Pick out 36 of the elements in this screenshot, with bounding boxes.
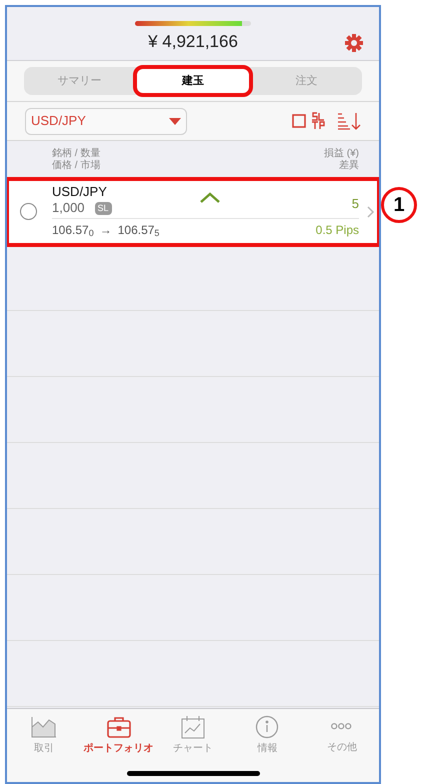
column-header: 損益 (¥) bbox=[324, 148, 359, 160]
symbol-label: USD/JPY bbox=[52, 184, 108, 200]
quantity-label: 1,000 bbox=[52, 200, 85, 216]
tab-bar-item[interactable]: その他 bbox=[306, 715, 377, 756]
tab-bar-item[interactable]: 取引 bbox=[9, 715, 80, 756]
chevron-right-icon bbox=[367, 206, 375, 218]
portfolio-icon bbox=[104, 715, 133, 739]
tab-bar-item[interactable]: チャート bbox=[158, 715, 228, 756]
callout-number: 1 bbox=[381, 187, 417, 223]
arrow-icon: → bbox=[100, 221, 112, 239]
segment-tab[interactable]: サマリー bbox=[24, 67, 136, 95]
tab-bar-item[interactable]: ポートフォリオ bbox=[84, 715, 154, 756]
column-header: 差異 bbox=[339, 160, 359, 172]
pips-difference: 0.5 Pips bbox=[316, 222, 359, 239]
segment-tab[interactable]: 建玉 bbox=[137, 69, 249, 93]
dropdown-caret-icon bbox=[169, 118, 181, 124]
market-price: 106.57$_{5}$ bbox=[118, 222, 160, 239]
currency-dropdown[interactable]: USD/JPY bbox=[25, 108, 187, 134]
select-all-checkbox[interactable] bbox=[292, 114, 306, 128]
column-header: 価格 / 市場 bbox=[52, 160, 100, 172]
sl-tp-icon[interactable] bbox=[311, 112, 325, 130]
sl-badge: SL bbox=[94, 202, 112, 214]
chart-icon bbox=[178, 715, 207, 739]
balance-amount: ¥ 4,921,166 bbox=[148, 31, 238, 53]
up-chevron-icon bbox=[199, 192, 221, 204]
profit-value: 5 bbox=[352, 195, 359, 213]
more-icon bbox=[331, 723, 352, 730]
sort-icon[interactable] bbox=[337, 112, 361, 130]
tab-bar-item[interactable]: 情報 bbox=[232, 715, 302, 756]
position-row[interactable]: USD/JPY 1,000 SL 5 106.57$_{0}$ → 106.57$_{5}$ 0.5 Pips bbox=[7, 179, 379, 245]
trade-icon bbox=[30, 715, 58, 739]
open-price: 106.57$_{0}$ bbox=[52, 222, 94, 239]
segment-tab[interactable]: 注文 bbox=[250, 67, 362, 95]
column-header: 銘柄 / 数量 bbox=[52, 148, 100, 160]
settings-icon[interactable] bbox=[345, 34, 363, 52]
select-radio[interactable] bbox=[20, 203, 37, 220]
